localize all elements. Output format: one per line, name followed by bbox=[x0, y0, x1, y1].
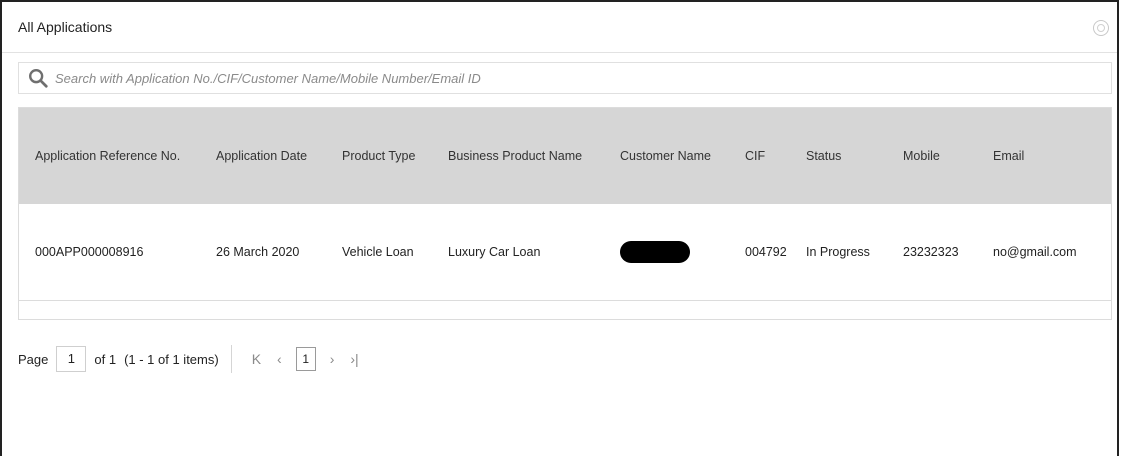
date-cell: 26 March 2020 bbox=[216, 244, 300, 259]
column-header[interactable]: CIF bbox=[729, 108, 790, 204]
help-circle-icon[interactable] bbox=[1093, 20, 1109, 36]
item-range-text: (1 - 1 of 1 items) bbox=[124, 351, 219, 367]
pager-divider bbox=[230, 345, 232, 373]
all-applications-panel: All Applications Application Reference N… bbox=[0, 0, 1119, 456]
redacted-customer-name bbox=[620, 240, 690, 263]
first-page-icon[interactable]: K bbox=[252, 351, 261, 367]
column-header[interactable]: Status bbox=[790, 108, 887, 204]
ref-no-cell[interactable]: 000APP000008916 bbox=[19, 204, 200, 300]
status-cell: In Progress bbox=[806, 244, 870, 259]
column-header[interactable]: Email bbox=[977, 108, 1111, 204]
next-page-icon[interactable]: › bbox=[330, 351, 335, 367]
column-header[interactable]: Customer Name bbox=[604, 108, 729, 204]
page-label: Page bbox=[18, 351, 49, 367]
search-bar bbox=[18, 62, 1112, 94]
column-header[interactable]: Application Date bbox=[200, 108, 326, 204]
business-product-cell: Luxury Car Loan bbox=[448, 244, 541, 259]
page-number-input[interactable]: 1 bbox=[56, 346, 87, 372]
email-cell: no@gmail.com bbox=[993, 244, 1077, 259]
column-header[interactable]: Business Product Name bbox=[432, 108, 604, 204]
search-icon[interactable] bbox=[27, 67, 49, 89]
panel-header: All Applications bbox=[2, 2, 1117, 53]
prev-page-icon[interactable]: ‹ bbox=[277, 351, 282, 367]
table-row[interactable]: 000APP000008916 26 March 2020 Vehicle Lo… bbox=[19, 204, 1111, 300]
column-header[interactable]: Application Reference No. bbox=[19, 108, 200, 204]
table-header-row: Application Reference No. Application Da… bbox=[19, 108, 1111, 204]
page-of-label: of 1 bbox=[94, 351, 117, 367]
last-page-icon[interactable]: ›| bbox=[350, 351, 358, 367]
customer-name-cell bbox=[604, 204, 729, 300]
mobile-cell: 23232323 bbox=[903, 244, 959, 259]
pagination: Page 1 of 1 (1 - 1 of 1 items) K ‹ 1 › ›… bbox=[18, 345, 367, 373]
search-input[interactable] bbox=[53, 63, 1111, 93]
table-empty-row bbox=[19, 300, 1111, 319]
cif-cell: 004792 bbox=[745, 244, 787, 259]
applications-table: Application Reference No. Application Da… bbox=[18, 107, 1112, 320]
page-title: All Applications bbox=[18, 19, 113, 35]
column-header[interactable]: Mobile bbox=[887, 108, 977, 204]
current-page-button[interactable]: 1 bbox=[295, 347, 316, 371]
column-header[interactable]: Product Type bbox=[326, 108, 432, 204]
product-type-cell: Vehicle Loan bbox=[342, 244, 414, 259]
